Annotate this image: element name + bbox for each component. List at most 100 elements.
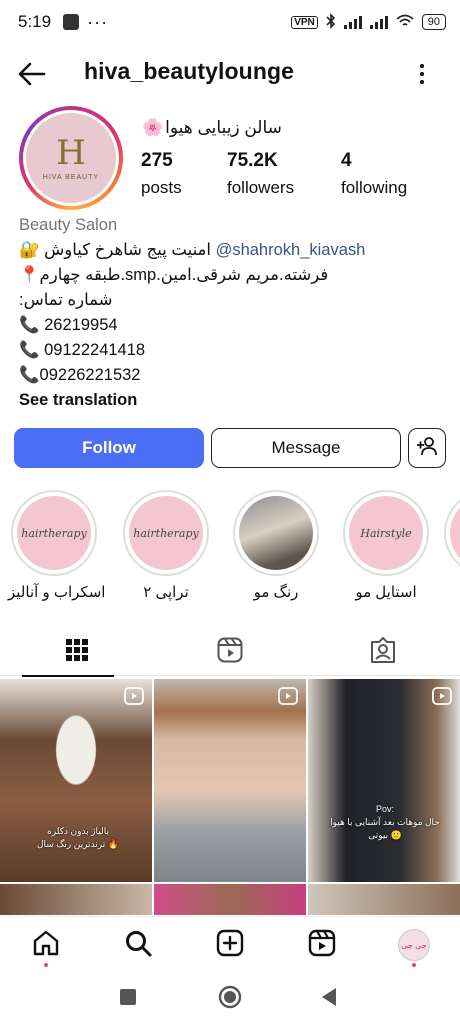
phone-emoji: 📞 [19,366,40,384]
bio-phone-2-text: 09122241418 [39,341,146,359]
bio-phone-1[interactable]: 📞 26219954 [19,313,449,338]
stat-posts-label: posts [141,178,182,197]
tab-posts-grid[interactable] [0,628,153,677]
vpn-icon: VPN [291,15,318,29]
profile-full-name: 🌸 سالن زیبایی هیوا [142,118,282,138]
highlight-item[interactable]: hairtherapy تراپی ۲ [120,490,212,601]
stat-followers[interactable]: 75.2K followers [227,150,294,198]
post-caption-line: بالیاژ بدون دکلره [47,826,109,836]
stat-following[interactable]: 4 following [341,150,407,198]
profile-avatar-small: جی جی [398,929,430,961]
search-icon [124,929,152,962]
post-caption-line: ترندترین رنگ سال 🔥 [37,839,119,849]
highlight-item[interactable]: hairtherapy اسکراب و آنالیز [8,490,105,601]
nav-reels[interactable] [304,927,340,963]
highlight-label: استایل مو [355,584,417,601]
tagged-icon [370,636,396,668]
more-notifications-icon: ··· [87,11,109,32]
suggested-accounts-button[interactable] [408,428,446,468]
full-name-text: سالن زیبایی هیوا [165,118,282,137]
system-navigation-bar [0,972,460,1024]
bio-phone-3[interactable]: 📞09226221532 [19,363,449,388]
highlight-cover-photo [239,496,313,570]
post-thumbnail[interactable] [154,679,306,882]
follow-button[interactable]: Follow [14,428,204,468]
status-time: 5:19 [18,12,52,31]
avatar-monogram: H [56,132,86,173]
back-button-icon[interactable] [320,987,338,1012]
highlight-cover: hairtherapy [17,496,91,570]
bluetooth-icon [326,12,336,32]
highlight-item[interactable]: رنگ مو [230,490,322,601]
bio-line-3-text: :شماره تماس [19,291,113,309]
reels-icon [217,637,243,668]
bio-line-3: :شماره تماس [19,288,449,313]
highlight-label: تراپی ۲ [143,584,189,601]
profile-bio: Beauty Salon 🔐 امنیت پیج شاهرخ کیاوش @sh… [19,213,449,413]
bio-phone-1-text: 26219954 [39,316,118,334]
post-caption-line: Pov: [375,804,394,814]
nav-profile[interactable]: جی جی [396,927,432,967]
notification-dot [44,963,48,967]
see-translation-link[interactable]: See translation [19,388,449,413]
back-arrow-icon[interactable] [16,58,48,90]
reel-icon [278,687,298,705]
phone-emoji: 📞 [19,316,40,334]
wifi-icon [396,14,414,31]
bio-line-1: 🔐 امنیت پیج شاهرخ کیاوش @shahrokh_kiavas… [19,238,449,263]
stat-following-label: following [341,178,408,197]
full-name-emoji: 🌸 [142,118,164,137]
highlight-item[interactable]: Hairstyle استایل مو [340,490,432,601]
home-button-icon[interactable] [218,985,242,1014]
post-thumbnail[interactable] [0,884,152,915]
lock-emoji: 🔐 [19,241,40,259]
reels-icon [308,929,336,962]
nav-search[interactable] [120,927,156,963]
posts-grid: بالیاژ بدون دکلره ترندترین رنگ سال 🔥 Pov… [0,679,460,915]
nav-create[interactable] [212,927,248,963]
profile-stats: 275 posts 75.2K followers 4 following [141,150,441,204]
post-thumbnail[interactable]: بالیاژ بدون دکلره ترندترین رنگ سال 🔥 [0,679,152,882]
create-icon [216,929,244,962]
message-button[interactable]: Message [211,428,401,468]
phone-emoji: 📞 [19,341,40,359]
tab-tagged[interactable] [306,628,459,676]
pin-emoji: 📍 [19,266,40,284]
profile-username: hiva_beautylounge [84,58,295,84]
more-options-icon[interactable] [414,60,430,88]
recents-icon[interactable] [120,989,136,1010]
stat-posts-value: 275 [141,150,173,171]
post-caption-line: حال موهات بعد آشنایی با هیوا بیوتی 🙂 [330,817,440,840]
highlight-cover [450,496,460,570]
tab-reels[interactable] [153,628,306,676]
stat-posts[interactable]: 275 posts [141,150,182,198]
stat-following-value: 4 [341,150,352,171]
reel-icon [432,687,452,705]
bio-phone-2[interactable]: 📞 09122241418 [19,338,449,363]
stat-followers-value: 75.2K [227,150,278,171]
status-bar: 5:19 ··· VPN 90 [0,0,460,44]
post-thumbnail[interactable] [154,884,306,915]
profile-category: Beauty Salon [19,216,118,234]
profile-avatar-story-ring[interactable]: H HIVA BEAUTY [19,106,123,210]
post-thumbnail[interactable] [308,884,460,915]
profile-content-tabs [0,628,460,677]
profile-header: hiva_beautylounge [0,52,460,96]
avatar-brand-text: HIVA BEAUTY [42,173,100,181]
battery-icon: 90 [421,14,446,30]
highlight-item-partial[interactable] [444,490,460,576]
bio-line-1-text: امنیت پیج شاهرخ کیاوش [44,241,211,259]
nav-home[interactable] [28,927,64,967]
bio-mention-link[interactable]: @shahrokh_kiavash [216,241,366,259]
profile-avatar: H HIVA BEAUTY [26,113,116,203]
bio-line-2: 📍طبقه چهارم.smp.فرشته.مریم شرقی.امین [19,263,449,288]
notification-dot [412,963,416,967]
bottom-navigation: جی جی [0,916,460,972]
grid-icon [65,638,89,667]
stat-followers-label: followers [227,178,295,197]
signal-icon-1 [343,15,362,29]
add-person-icon [416,435,438,462]
reel-icon [124,687,144,705]
post-thumbnail[interactable]: Pov: حال موهات بعد آشنایی با هیوا بیوتی … [308,679,460,882]
bio-line-2-text: طبقه چهارم.smp.فرشته.مریم شرقی.امین [39,266,329,284]
